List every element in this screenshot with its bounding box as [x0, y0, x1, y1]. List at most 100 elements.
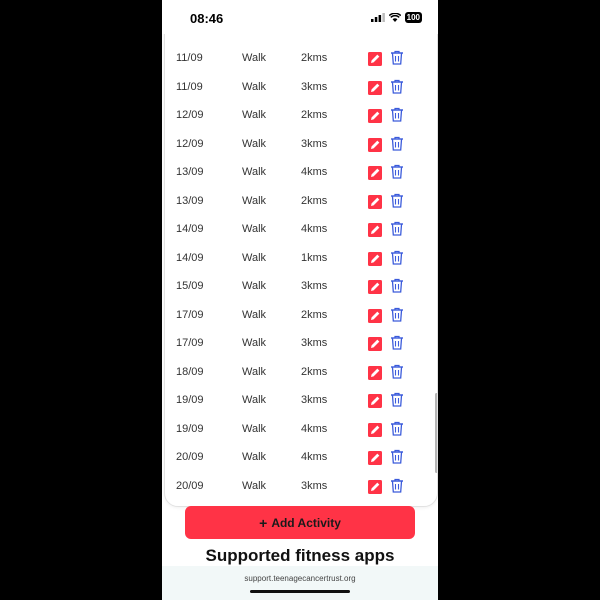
- edit-icon[interactable]: [368, 80, 382, 95]
- activity-date: 12/09: [176, 137, 204, 150]
- trash-icon[interactable]: [390, 449, 404, 464]
- activity-distance: 4kms: [301, 166, 328, 178]
- edit-icon[interactable]: [368, 394, 382, 408]
- activity-type: Walk: [242, 166, 267, 178]
- activity-type: Walk: [242, 394, 267, 406]
- activity-date: 20/09: [176, 479, 204, 492]
- home-indicator[interactable]: [250, 590, 350, 593]
- trash-icon[interactable]: [390, 392, 404, 407]
- activity-distance: 2kms: [301, 194, 328, 207]
- activity-type: Walk: [242, 137, 267, 150]
- url-text: support.teenagecancertrust.org: [244, 574, 356, 583]
- activity-type: Walk: [242, 223, 267, 235]
- activity-row: 13/09 Walk 4kms: [165, 158, 437, 187]
- activity-distance: 3kms: [301, 337, 328, 349]
- activity-distance: 2kms: [301, 109, 328, 121]
- edit-icon[interactable]: [368, 451, 382, 465]
- activity-date: 13/09: [176, 194, 204, 207]
- activity-type: Walk: [242, 52, 267, 64]
- activity-date: 19/09: [176, 394, 204, 406]
- activity-distance: 4kms: [301, 422, 328, 435]
- activity-row: 11/09 Walk 2kms: [165, 44, 437, 73]
- activity-distance: 3kms: [301, 479, 328, 492]
- edit-icon[interactable]: [368, 280, 382, 294]
- status-icons: 100: [370, 12, 422, 23]
- trash-icon[interactable]: [390, 478, 404, 493]
- trash-icon[interactable]: [390, 193, 404, 208]
- activity-row: 18/09 Walk 2kms: [165, 358, 437, 387]
- activity-row: 12/09 Walk 3kms: [165, 130, 437, 159]
- activity-row: 17/09 Walk 2kms: [165, 301, 437, 330]
- trash-icon[interactable]: [390, 164, 404, 179]
- edit-icon[interactable]: [368, 337, 382, 351]
- trash-icon[interactable]: [390, 136, 404, 151]
- trash-icon[interactable]: [390, 335, 404, 350]
- activity-distance: 3kms: [301, 280, 328, 292]
- trash-icon[interactable]: [390, 364, 404, 379]
- edit-icon[interactable]: [368, 166, 382, 180]
- scrollbar[interactable]: [435, 393, 437, 473]
- edit-icon[interactable]: [368, 308, 382, 323]
- status-bar: 08:46 100: [162, 0, 438, 34]
- plus-icon: +: [259, 514, 268, 531]
- trash-icon[interactable]: [390, 307, 404, 322]
- edit-icon[interactable]: [368, 223, 382, 237]
- activity-date: 15/09: [176, 280, 204, 292]
- activity-distance: 3kms: [301, 80, 328, 93]
- trash-icon[interactable]: [390, 50, 404, 65]
- trash-icon[interactable]: [390, 421, 404, 436]
- edit-icon[interactable]: [368, 365, 382, 380]
- edit-icon[interactable]: [368, 137, 382, 152]
- add-activity-button[interactable]: + Add Activity: [185, 506, 415, 539]
- activity-date: 13/09: [176, 166, 204, 178]
- activity-row: 14/09 Walk 1kms: [165, 244, 437, 273]
- activity-date: 14/09: [176, 251, 204, 264]
- activity-date: 11/09: [176, 80, 203, 93]
- activity-distance: 4kms: [301, 451, 328, 463]
- activity-distance: 3kms: [301, 394, 328, 406]
- wifi-icon: [388, 13, 401, 22]
- activity-row: 19/09 Walk 4kms: [165, 415, 437, 444]
- activity-date: 17/09: [176, 337, 204, 349]
- activity-row: 13/09 Walk 2kms: [165, 187, 437, 216]
- activity-row: 20/09 Walk 3kms: [165, 472, 437, 501]
- activity-row: 15/09 Walk 3kms: [165, 272, 437, 301]
- activity-date: 14/09: [176, 223, 204, 235]
- trash-icon[interactable]: [390, 79, 404, 94]
- activity-type: Walk: [242, 337, 267, 349]
- activity-date: 20/09: [176, 451, 204, 463]
- edit-icon[interactable]: [368, 194, 382, 209]
- activity-type: Walk: [242, 194, 267, 207]
- activity-type: Walk: [242, 109, 267, 121]
- activity-date: 12/09: [176, 109, 204, 121]
- activity-type: Walk: [242, 422, 267, 435]
- edit-icon[interactable]: [368, 479, 382, 494]
- activity-row: 19/09 Walk 3kms: [165, 386, 437, 415]
- battery-icon: 100: [404, 12, 422, 23]
- edit-icon[interactable]: [368, 422, 382, 437]
- add-activity-label: Add Activity: [271, 515, 341, 530]
- activity-date: 18/09: [176, 365, 204, 378]
- activity-date: 11/09: [176, 52, 203, 64]
- activity-type: Walk: [242, 365, 267, 378]
- edit-icon[interactable]: [368, 52, 382, 66]
- trash-icon[interactable]: [390, 107, 404, 122]
- activity-type: Walk: [242, 451, 267, 463]
- section-title: Supported fitness apps: [205, 546, 395, 565]
- status-time: 08:46: [190, 11, 224, 26]
- trash-icon[interactable]: [390, 278, 404, 293]
- activity-type: Walk: [242, 80, 267, 93]
- activity-distance: 2kms: [301, 52, 328, 64]
- activity-distance: 3kms: [301, 137, 328, 150]
- activity-date: 17/09: [176, 308, 204, 321]
- trash-icon[interactable]: [390, 221, 404, 236]
- edit-icon[interactable]: [368, 109, 382, 123]
- phone-screen: 11/09 Walk 2kms 11/09 Walk 3kms 12/09 Walk 2kms 1…: [162, 0, 438, 600]
- signal-icon: [370, 13, 385, 22]
- browser-url-bar[interactable]: support.teenagecancertrust.org: [162, 566, 438, 600]
- edit-icon[interactable]: [368, 251, 382, 266]
- activity-row: 11/09 Walk 3kms: [165, 73, 437, 102]
- activity-type: Walk: [242, 280, 267, 292]
- activity-row: 20/09 Walk 4kms: [165, 443, 437, 472]
- trash-icon[interactable]: [390, 250, 404, 265]
